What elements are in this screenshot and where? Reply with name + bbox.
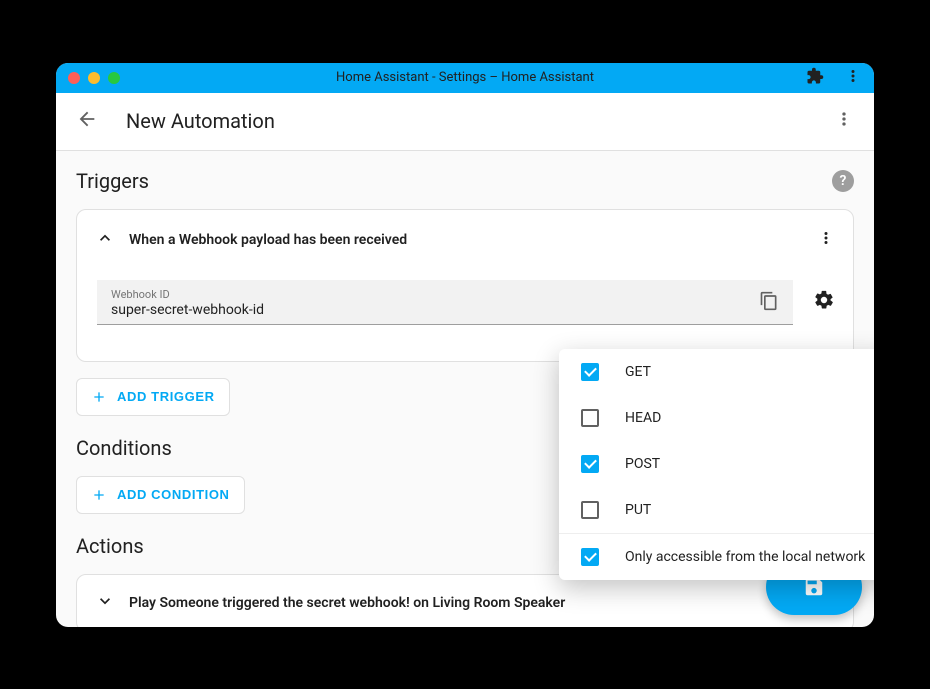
extension-icon[interactable] <box>806 67 824 89</box>
window-title: Home Assistant - Settings – Home Assista… <box>68 70 862 85</box>
webhook-id-value: super-secret-webhook-id <box>111 302 759 318</box>
trigger-summary: When a Webhook payload has been received <box>129 232 803 248</box>
webhook-id-field[interactable]: Webhook ID super-secret-webhook-id <box>97 280 793 325</box>
traffic-lights <box>68 72 120 84</box>
overflow-menu-icon[interactable] <box>834 109 854 133</box>
trigger-overflow-icon[interactable] <box>817 229 835 251</box>
copy-icon[interactable] <box>759 291 779 315</box>
menu-item-local-only[interactable]: Only accessible from the local network <box>559 534 874 580</box>
actions-heading: Actions <box>76 534 144 558</box>
menu-item-post[interactable]: POST <box>559 441 874 487</box>
conditions-heading: Conditions <box>76 436 172 460</box>
add-condition-label: ADD CONDITION <box>117 487 230 502</box>
add-trigger-button[interactable]: ADD TRIGGER <box>76 378 230 416</box>
chevron-down-icon <box>95 591 115 615</box>
add-condition-button[interactable]: ADD CONDITION <box>76 476 245 514</box>
close-window-button[interactable] <box>68 72 80 84</box>
checkbox-post[interactable] <box>581 455 599 473</box>
action-card[interactable]: Play Someone triggered the secret webhoo… <box>76 574 854 627</box>
triggers-section-header: Triggers ? <box>76 169 854 193</box>
maximize-window-button[interactable] <box>108 72 120 84</box>
webhook-id-label: Webhook ID <box>111 288 759 301</box>
checkbox-local-only[interactable] <box>581 548 599 566</box>
minimize-window-button[interactable] <box>88 72 100 84</box>
app-window: Home Assistant - Settings – Home Assista… <box>56 63 874 627</box>
trigger-card-header[interactable]: When a Webhook payload has been received <box>95 228 835 252</box>
menu-item-label: Only accessible from the local network <box>625 549 865 565</box>
menu-item-get[interactable]: GET <box>559 349 874 395</box>
menu-item-label: HEAD <box>625 410 661 426</box>
browser-menu-icon[interactable] <box>844 67 862 89</box>
menu-item-label: GET <box>625 364 651 380</box>
checkbox-get[interactable] <box>581 363 599 381</box>
app-header: New Automation <box>56 93 874 151</box>
trigger-card: When a Webhook payload has been received… <box>76 209 854 362</box>
triggers-heading: Triggers <box>76 169 149 193</box>
menu-item-put[interactable]: PUT <box>559 487 874 533</box>
titlebar: Home Assistant - Settings – Home Assista… <box>56 63 874 93</box>
add-trigger-label: ADD TRIGGER <box>117 389 215 404</box>
checkbox-put[interactable] <box>581 501 599 519</box>
menu-item-label: PUT <box>625 502 651 518</box>
webhook-settings-menu: GET HEAD POST PUT Only accessible from the l… <box>559 349 874 580</box>
page-title: New Automation <box>126 109 275 133</box>
chevron-up-icon <box>95 228 115 252</box>
back-button[interactable] <box>76 108 98 134</box>
checkbox-head[interactable] <box>581 409 599 427</box>
action-summary: Play Someone triggered the secret webhoo… <box>129 595 835 611</box>
gear-icon[interactable] <box>813 289 835 315</box>
menu-item-head[interactable]: HEAD <box>559 395 874 441</box>
menu-item-label: POST <box>625 456 660 472</box>
help-icon[interactable]: ? <box>832 170 854 192</box>
